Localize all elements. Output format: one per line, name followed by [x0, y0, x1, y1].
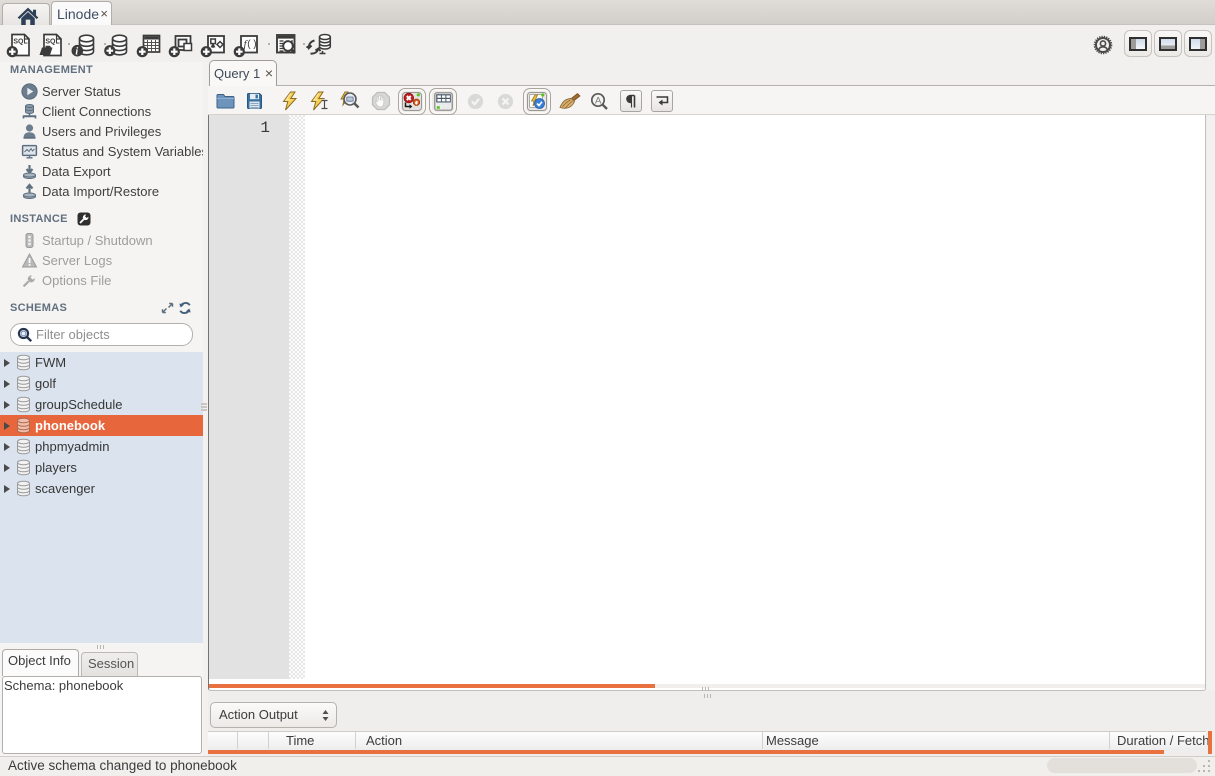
svg-text:SQL: SQL: [13, 39, 28, 46]
svg-text:( ): ( ): [247, 39, 256, 50]
svg-text:SQL: SQL: [45, 39, 60, 46]
svg-text:i: i: [75, 46, 78, 57]
svg-text:A: A: [595, 96, 602, 107]
